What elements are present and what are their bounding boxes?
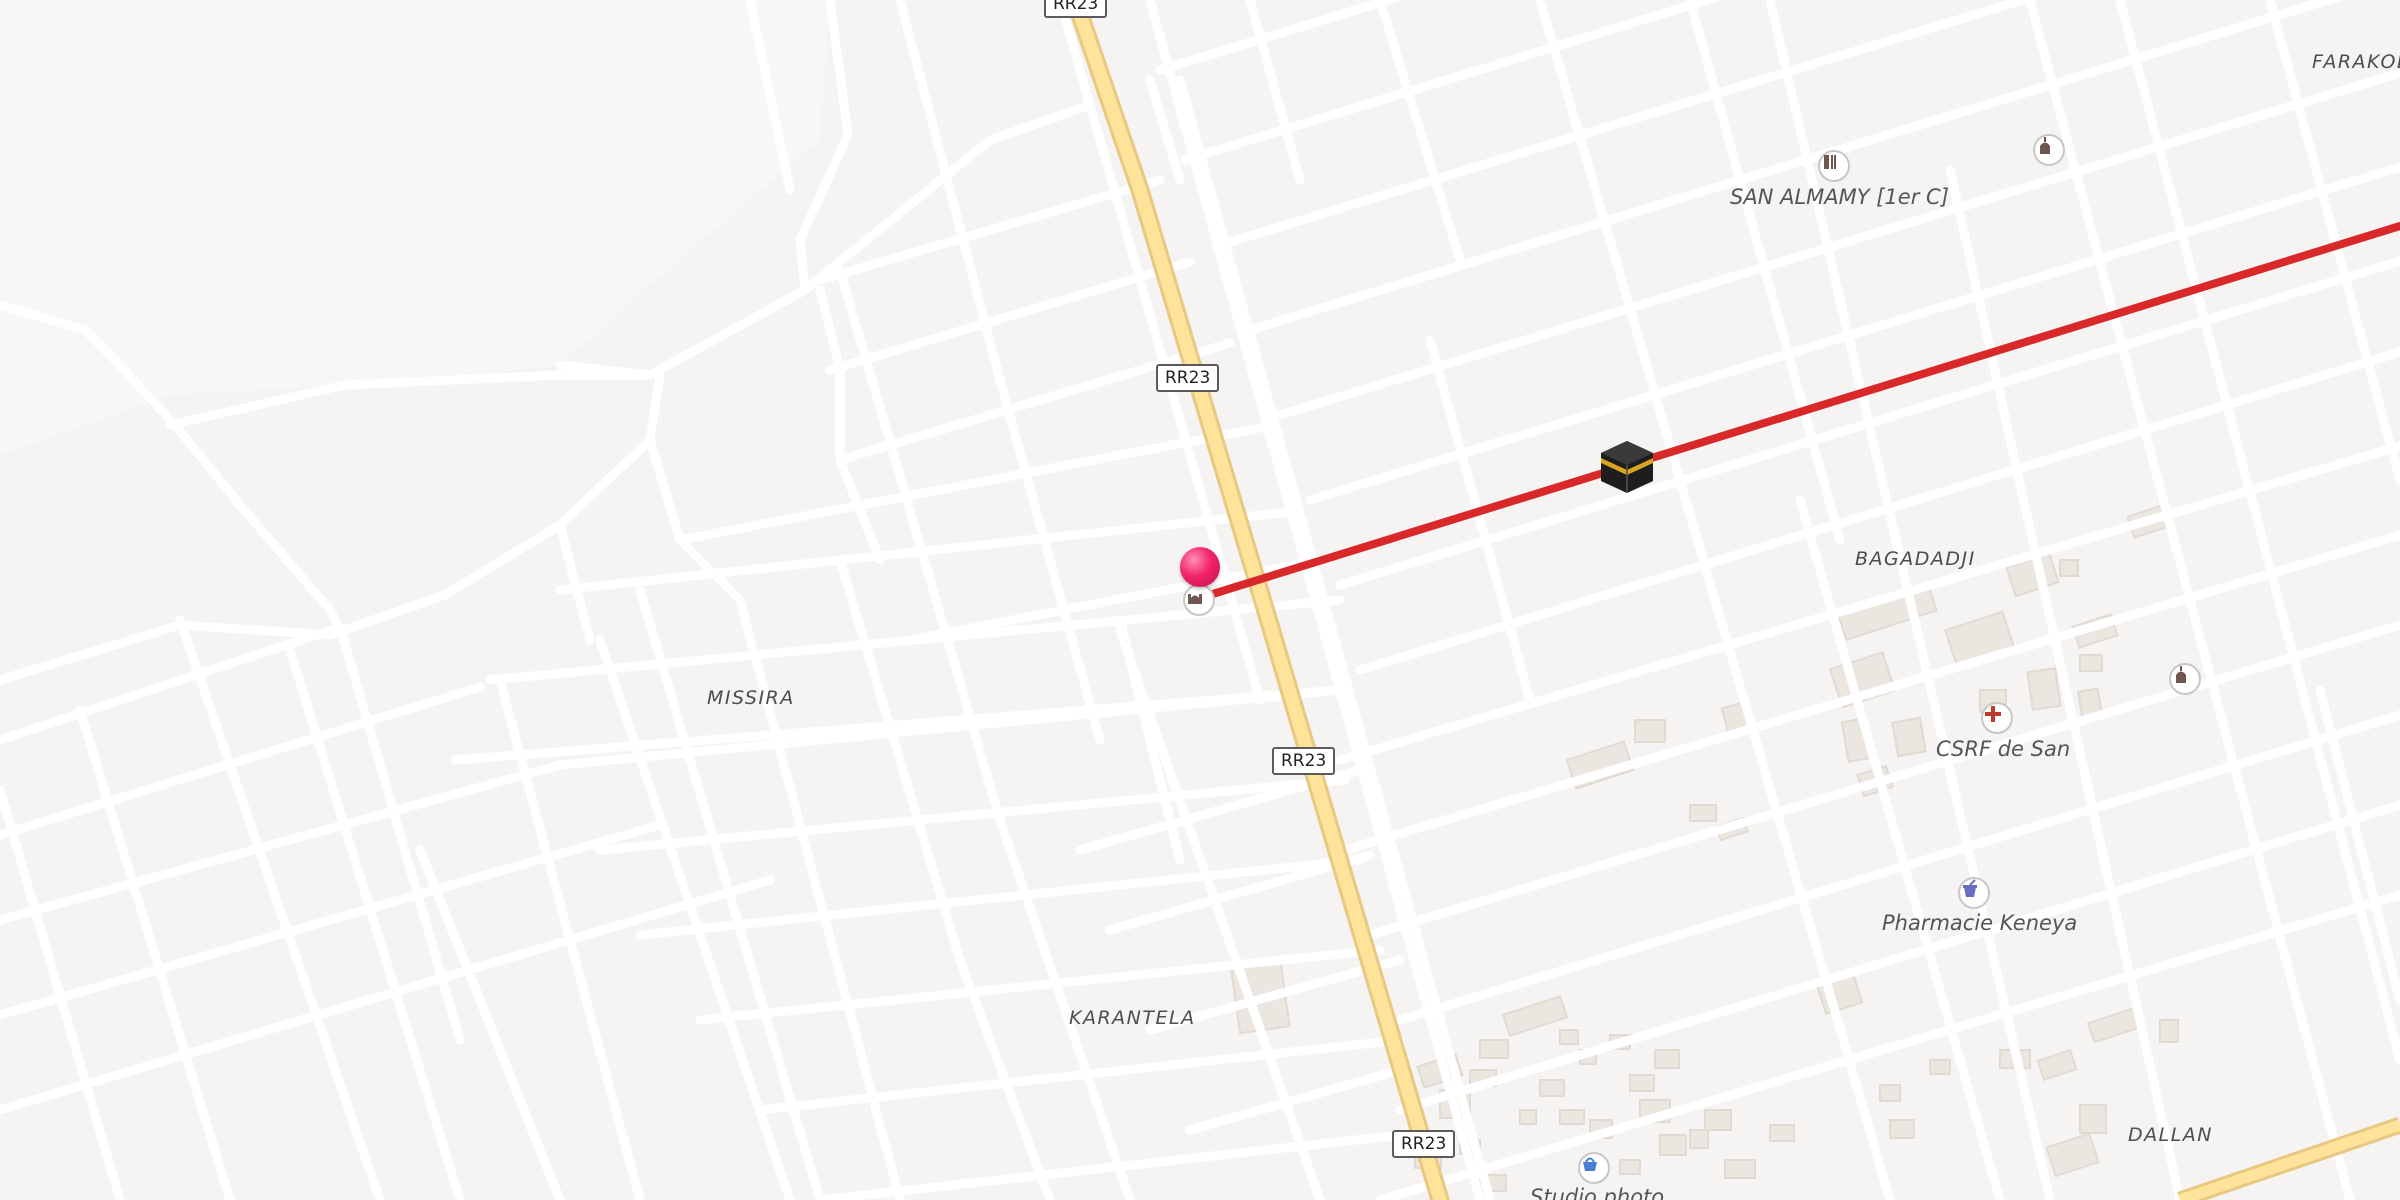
road-shield-rr23-top[interactable]: RR23 xyxy=(1044,0,1108,18)
district-label-karantela: KARANTELA xyxy=(1069,1007,1196,1029)
district-label-san-almamy: SAN ALMAMY [1er C] xyxy=(1730,185,1949,209)
map-canvas[interactable]: MISSIRA KARANTELA BAGADADJI SAN ALMAMY [… xyxy=(0,0,2400,1200)
kaaba-icon[interactable] xyxy=(1598,438,1656,496)
road-shield-rr23-bottom[interactable]: RR23 xyxy=(1392,1130,1456,1158)
school-icon[interactable] xyxy=(1818,150,1850,182)
pharmacy-icon[interactable] xyxy=(1958,877,1990,909)
district-label-missira: MISSIRA xyxy=(707,687,795,709)
building-footprints xyxy=(1229,503,2179,1192)
road-shield-rr23-middle[interactable]: RR23 xyxy=(1272,747,1336,775)
map-pin-icon[interactable] xyxy=(1180,547,1220,587)
poi-label-csrf-de-san: CSRF de San xyxy=(1936,737,2070,761)
poi-label-pharmacie-keneya: Pharmacie Keneya xyxy=(1882,911,2077,935)
mosque-icon[interactable] xyxy=(2033,134,2065,166)
district-label-dallan: DALLAN xyxy=(2128,1124,2213,1146)
mosque-icon[interactable] xyxy=(1183,584,1215,616)
shop-basket-icon[interactable] xyxy=(1578,1152,1610,1184)
road-shield-rr23-upper[interactable]: RR23 xyxy=(1156,364,1220,392)
district-label-farakol: FARAKOL xyxy=(2312,51,2400,73)
mosque-icon[interactable] xyxy=(2169,663,2201,695)
hospital-icon[interactable] xyxy=(1981,702,2013,734)
open-land-area xyxy=(0,0,830,455)
poi-label-studio-photo: Studio photo xyxy=(1530,1185,1664,1200)
district-label-bagadadji: BAGADADJI xyxy=(1855,548,1976,570)
